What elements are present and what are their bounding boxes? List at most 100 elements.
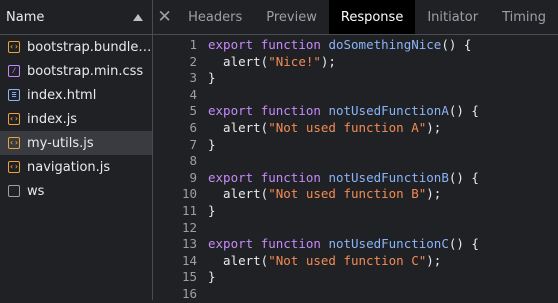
file-name: index.js	[27, 111, 78, 127]
code-text: }	[208, 137, 216, 154]
line-number: 4	[189, 86, 197, 102]
code-line: 16	[153, 286, 558, 303]
code-text: export function notUsedFunctionB() {	[208, 170, 479, 187]
line-number: 14	[181, 252, 197, 268]
code-token: () {	[448, 103, 479, 119]
code-text: }	[208, 203, 216, 220]
line-number: 6	[189, 119, 197, 135]
css-file-icon: ⁄	[8, 65, 20, 77]
response-source-view[interactable]: 1 export function doSomethingNice() {2 al…	[153, 35, 558, 303]
websocket-icon	[8, 185, 20, 197]
code-token: function	[260, 37, 321, 52]
code-token: }	[208, 136, 216, 152]
file-row[interactable]: ‹› navigation.js	[0, 155, 152, 179]
code-token: () {	[448, 236, 479, 252]
code-token: );	[426, 186, 442, 202]
line-number: 3	[189, 70, 197, 86]
code-token: function	[260, 169, 321, 185]
line-number: 9	[189, 169, 197, 185]
code-token: function	[260, 103, 321, 119]
code-token: alert(	[208, 119, 269, 135]
file-name: navigation.js	[27, 159, 111, 175]
details-panel: ✕ Headers Preview Response Initiator Timing …	[153, 0, 558, 303]
line-number: 16	[181, 285, 197, 301]
file-name: bootstrap.bundle....	[27, 39, 152, 55]
code-text: export function notUsedFunctionC() {	[208, 236, 479, 253]
code-token: }	[208, 269, 216, 285]
code-token: "Nice!"	[268, 53, 321, 69]
code-token: export	[208, 103, 254, 119]
html-file-icon: ≡	[8, 89, 20, 101]
code-token: "Not used function C"	[268, 252, 427, 268]
js-file-icon: ‹›	[8, 137, 20, 149]
code-token: }	[208, 202, 216, 218]
file-row[interactable]: ‹› index.js	[0, 107, 152, 131]
line-number: 8	[189, 153, 197, 169]
file-row[interactable]: ⁄ bootstrap.min.css	[0, 59, 152, 83]
file-row[interactable]: ≡ index.html	[0, 83, 152, 107]
tab-preview[interactable]: Preview	[254, 0, 329, 34]
name-column-label: Name	[6, 9, 45, 25]
code-token: export	[208, 236, 254, 252]
line-number: 7	[189, 136, 197, 152]
code-token: );	[426, 252, 442, 268]
code-line: 1 export function doSomethingNice() {	[153, 37, 558, 54]
code-token: export	[208, 37, 254, 52]
tab-response[interactable]: Response	[328, 0, 416, 34]
code-line: 9 export function notUsedFunctionB() {	[153, 170, 558, 187]
code-token: notUsedFunctionC	[328, 236, 449, 252]
code-line: 7}	[153, 137, 558, 154]
name-column-header[interactable]: Name	[0, 0, 152, 35]
code-token: function	[260, 236, 321, 252]
code-line: 11}	[153, 203, 558, 220]
code-token: () {	[441, 37, 472, 52]
js-file-icon: ‹›	[8, 41, 20, 53]
line-number: 11	[181, 202, 197, 218]
code-text: alert("Nice!");	[208, 54, 336, 71]
code-line: 14 alert("Not used function C");	[153, 253, 558, 270]
code-line: 4	[153, 87, 558, 104]
code-line: 10 alert("Not used function B");	[153, 186, 558, 203]
code-line: 15}	[153, 269, 558, 286]
code-line: 12	[153, 220, 558, 237]
line-number: 5	[189, 103, 197, 119]
line-number: 1	[189, 37, 197, 52]
line-number: 2	[189, 53, 197, 69]
tab-headers[interactable]: Headers	[176, 0, 254, 34]
details-tab-bar: ✕ Headers Preview Response Initiator Timing	[153, 0, 558, 35]
code-token: notUsedFunctionA	[328, 103, 449, 119]
code-token: );	[426, 119, 442, 135]
code-token: }	[208, 70, 216, 86]
tab-timing[interactable]: Timing	[490, 0, 558, 34]
code-text: export function notUsedFunctionA() {	[208, 103, 479, 120]
tab-initiator[interactable]: Initiator	[415, 0, 490, 34]
sort-ascending-icon	[133, 13, 143, 21]
code-token: alert(	[208, 252, 269, 268]
close-icon[interactable]: ✕	[153, 0, 176, 34]
js-file-icon: ‹›	[8, 161, 20, 173]
file-name: bootstrap.min.css	[27, 63, 144, 79]
code-token: alert(	[208, 186, 269, 202]
code-line: 8	[153, 153, 558, 170]
code-line: 6 alert("Not used function A");	[153, 120, 558, 137]
code-token: export	[208, 169, 254, 185]
file-row[interactable]: ‹› my-utils.js	[0, 131, 152, 155]
file-name: ws	[27, 183, 45, 199]
js-file-icon: ‹›	[8, 113, 20, 125]
code-text: export function doSomethingNice() {	[208, 37, 471, 54]
line-number: 15	[181, 269, 197, 285]
code-line: 5 export function notUsedFunctionA() {	[153, 103, 558, 120]
code-token: alert(	[208, 53, 269, 69]
file-name: my-utils.js	[27, 135, 94, 151]
file-row[interactable]: ‹› bootstrap.bundle....	[0, 35, 152, 59]
file-row[interactable]: ws	[0, 179, 152, 203]
code-line: 2 alert("Nice!");	[153, 54, 558, 71]
line-number: 12	[181, 219, 197, 235]
code-token: );	[320, 53, 336, 69]
line-number: 13	[181, 236, 197, 252]
request-list-sidebar: Name ‹› bootstrap.bundle.... ⁄ bootstrap.mi…	[0, 0, 153, 300]
